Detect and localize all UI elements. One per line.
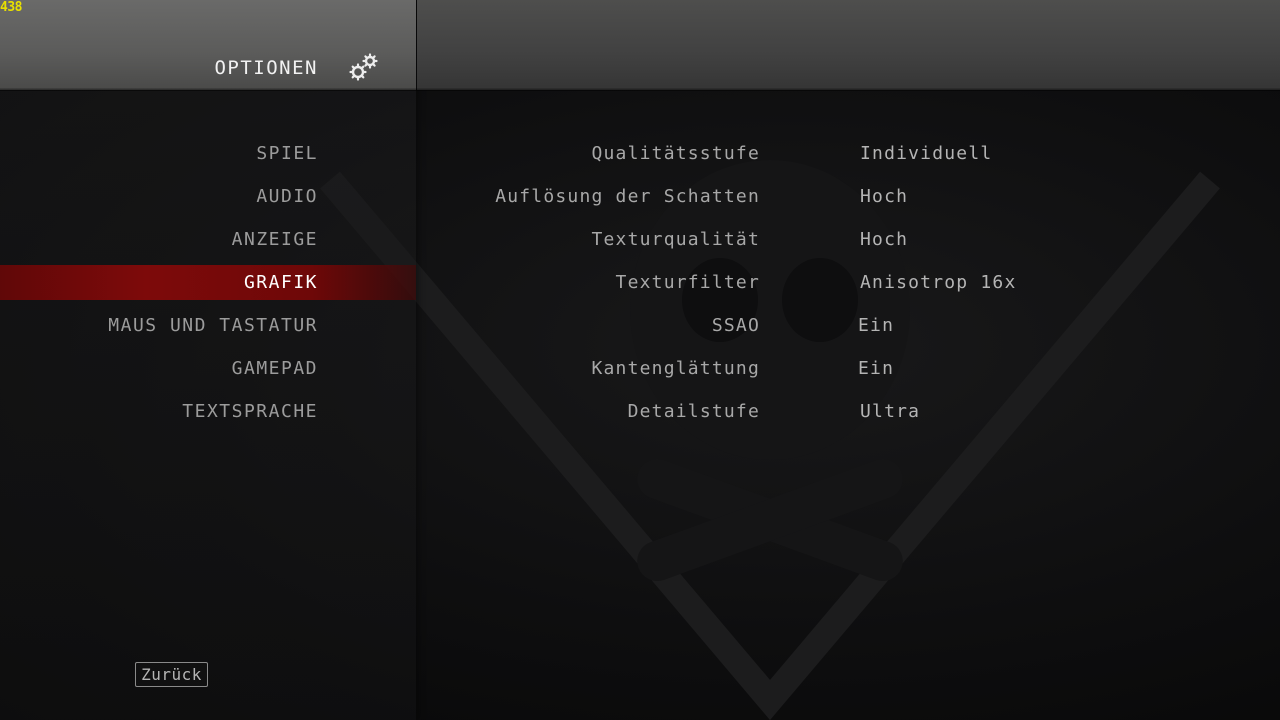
menu-item-maus-und-tastatur[interactable]: MAUS UND TASTATUR xyxy=(0,304,416,347)
page-title: OPTIONEN xyxy=(214,57,318,79)
setting-value-selector[interactable]: Ein xyxy=(858,304,894,347)
setting-label: SSAO xyxy=(711,315,760,336)
header-edge xyxy=(0,88,1280,91)
setting-row-texturqualitaet: Texturqualität Hoch xyxy=(420,218,1180,261)
setting-row-detailstufe: Detailstufe Ultra xyxy=(420,390,1180,433)
setting-label: Texturqualität xyxy=(591,229,760,250)
options-category-menu: SPIEL AUDIO ANZEIGE GRAFIK MAUS UND TAST… xyxy=(0,132,416,433)
setting-label: Kantenglättung xyxy=(591,358,760,379)
graphics-settings-list: Qualitätsstufe Individuell Auflösung der… xyxy=(420,132,1180,433)
setting-label: Texturfilter xyxy=(615,272,760,293)
options-screen: 438 OPTIONEN SPIEL AUDIO ANZEIGE GRAFIK … xyxy=(0,0,1280,720)
gears-icon xyxy=(349,53,378,81)
header-right-bar xyxy=(417,0,1280,90)
back-button[interactable]: Zurück xyxy=(135,662,208,687)
setting-value-selector[interactable]: Hoch xyxy=(860,175,908,218)
setting-row-ssao: SSAO Ein xyxy=(420,304,1180,347)
menu-item-audio[interactable]: AUDIO xyxy=(0,175,416,218)
setting-value-selector[interactable]: Hoch xyxy=(860,218,908,261)
setting-row-texturfilter: Texturfilter Anisotrop 16x xyxy=(420,261,1180,304)
menu-item-grafik[interactable]: GRAFIK xyxy=(0,265,416,300)
setting-value-selector[interactable]: Ultra xyxy=(860,390,920,433)
setting-row-kantenglaettung: Kantenglättung Ein xyxy=(420,347,1180,390)
menu-item-gamepad[interactable]: GAMEPAD xyxy=(0,347,416,390)
setting-value-selector[interactable]: Individuell xyxy=(860,132,992,175)
setting-label: Qualitätsstufe xyxy=(591,143,760,164)
fps-counter: 438 xyxy=(0,0,22,15)
setting-value-selector[interactable]: Ein xyxy=(858,347,894,390)
setting-label: Auflösung der Schatten xyxy=(495,186,760,207)
setting-row-qualitaetsstufe: Qualitätsstufe Individuell xyxy=(420,132,1180,175)
menu-item-anzeige[interactable]: ANZEIGE xyxy=(0,218,416,261)
menu-item-spiel[interactable]: SPIEL xyxy=(0,132,416,175)
setting-label: Detailstufe xyxy=(627,401,760,422)
setting-value-selector[interactable]: Anisotrop 16x xyxy=(860,261,1016,304)
menu-item-textsprache[interactable]: TEXTSPRACHE xyxy=(0,390,416,433)
setting-row-schatten-aufloesung: Auflösung der Schatten Hoch xyxy=(420,175,1180,218)
